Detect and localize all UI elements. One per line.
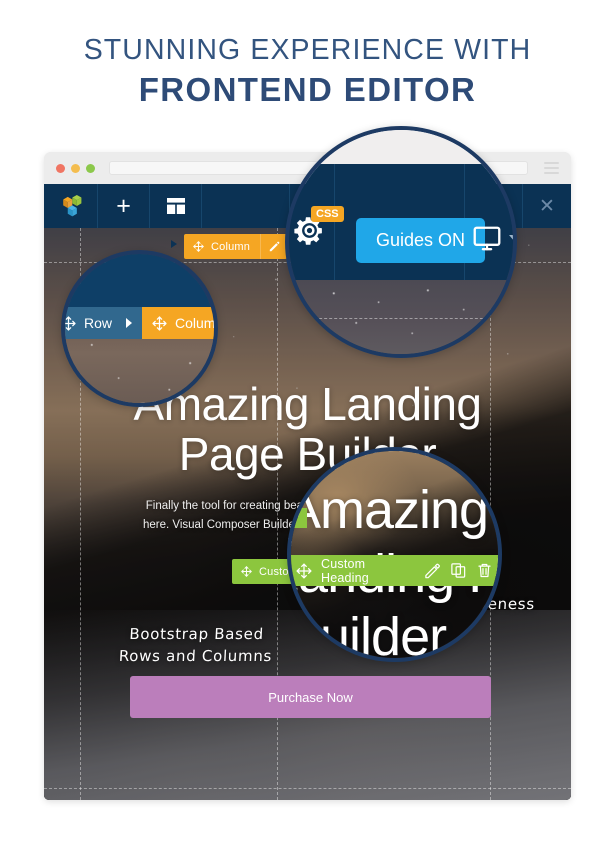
zoom-row-badge[interactable]: Row: [65, 307, 143, 339]
zoom-row-badge-label: Row: [84, 315, 113, 331]
hamburger-icon[interactable]: [544, 161, 559, 175]
zoom-device-selector[interactable]: [472, 223, 513, 253]
zoom-heading-line-1: Amazing: [287, 480, 489, 540]
zoom-guides-toggle-button[interactable]: Guides ON: [356, 218, 486, 263]
chevron-down-icon: [509, 234, 513, 242]
cursor-pointer-icon: [171, 240, 177, 248]
move-arrows-icon[interactable]: [291, 563, 321, 579]
magnifier-toolbar-zoom: CSS Guides ON: [285, 126, 517, 358]
magnifier-row-column-zoom: Row Column: [61, 250, 218, 407]
close-editor-button[interactable]: ✕: [523, 184, 571, 228]
promo-heading: STUNNING EXPERIENCE WITH FRONTEND EDITOR: [0, 0, 615, 110]
window-controls: [56, 163, 95, 173]
zoom-browser-chrome: [289, 130, 513, 164]
toolbar-spacer: [202, 184, 291, 228]
annotation-left: Bootstrap Based Rows and Columns: [118, 625, 273, 665]
magnifier-custom-heading-zoom: Amazing Landing Pa Builder Custom Headin…: [287, 447, 502, 662]
zoom-custom-heading-label: Custom Heading: [321, 556, 369, 585]
layout-grid-icon: [166, 196, 186, 216]
zoom-guide-line: [289, 318, 513, 319]
pencil-icon[interactable]: [260, 234, 287, 259]
move-arrows-icon[interactable]: [152, 315, 175, 331]
layout-button[interactable]: [150, 184, 202, 228]
close-icon: ✕: [539, 195, 555, 217]
zoom-css-badge: CSS: [311, 206, 344, 222]
plus-icon: +: [116, 191, 131, 220]
zoom-toolbar-divider: [334, 164, 335, 280]
maximize-window-dot[interactable]: [86, 163, 95, 173]
trash-icon[interactable]: [472, 555, 498, 586]
promo-heading-line-1: STUNNING EXPERIENCE WITH: [83, 34, 532, 66]
move-arrows-icon[interactable]: [65, 315, 84, 331]
copy-icon[interactable]: [445, 555, 471, 586]
column-badge-label: Column: [211, 240, 251, 253]
promo-heading-line-2: FRONTEND EDITOR: [138, 70, 477, 108]
purchase-now-button[interactable]: Purchase Now: [130, 676, 491, 718]
move-arrows-icon[interactable]: [184, 241, 211, 252]
zoom-column-badge[interactable]: Column: [142, 307, 216, 339]
monitor-icon: [472, 223, 502, 253]
close-window-dot[interactable]: [56, 163, 65, 173]
zoom-canvas-photo: [289, 280, 513, 354]
zoom-custom-heading-toolbar: Custom Heading: [291, 555, 498, 586]
editor-logo[interactable]: [44, 184, 98, 228]
zoom-column-badge-label: Column: [175, 315, 216, 331]
caret-right-icon: [126, 318, 133, 328]
zoom-heading-line-3: Builder: [287, 607, 447, 662]
zoom-row-column-badges: Row Column: [65, 307, 216, 339]
add-element-button[interactable]: +: [98, 184, 150, 228]
minimize-window-dot[interactable]: [71, 163, 80, 173]
pencil-icon[interactable]: [419, 555, 445, 586]
cubes-logo-icon: [58, 193, 84, 219]
move-arrows-icon[interactable]: [232, 566, 259, 577]
